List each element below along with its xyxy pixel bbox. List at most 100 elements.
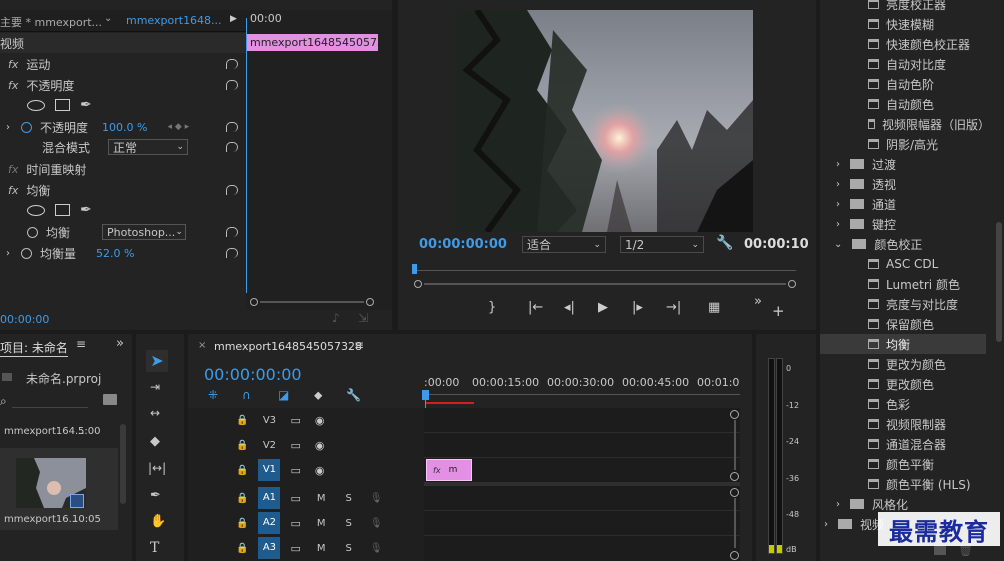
toggle-sync-icon[interactable]: ▭: [290, 414, 300, 427]
lock-icon[interactable]: 🔒: [236, 440, 248, 451]
effect-item[interactable]: 阴影/高光: [820, 134, 990, 154]
program-timecode[interactable]: 00:00:00:00: [419, 237, 507, 252]
effect-row-motion[interactable]: fx 运动: [0, 54, 246, 74]
equalize-select[interactable]: Photoshop... ⌄: [102, 224, 187, 240]
effect-folder[interactable]: › 通道: [820, 194, 990, 214]
effect-item-selected[interactable]: 均衡: [820, 334, 986, 354]
pen-mask-icon[interactable]: ✒: [80, 202, 92, 218]
project-item[interactable]: mmexport164... 5:00: [0, 420, 118, 448]
reset-icon[interactable]: [226, 185, 238, 195]
pen-mask-icon[interactable]: ✒: [80, 97, 92, 113]
reset-icon[interactable]: [226, 142, 238, 152]
effect-item[interactable]: 通道混合器: [820, 434, 990, 454]
lock-icon[interactable]: 🔒: [236, 518, 248, 529]
track-label[interactable]: A3: [258, 537, 281, 559]
opacity-value[interactable]: 100.0 %: [102, 121, 147, 134]
mic-icon[interactable]: 🎙: [370, 543, 383, 554]
close-icon[interactable]: ×: [198, 340, 206, 351]
marker-icon[interactable]: ⬥: [314, 388, 322, 403]
resolution-select[interactable]: 1/2 ⌄: [620, 236, 704, 253]
track-select-tool-icon[interactable]: ⇥: [150, 380, 160, 394]
work-area-bar[interactable]: [426, 402, 474, 404]
timeline-tab[interactable]: mmexport1648545057328: [214, 340, 362, 353]
rectangle-mask-icon[interactable]: [55, 204, 70, 216]
track-label[interactable]: V2: [258, 440, 280, 451]
mute-button[interactable]: M: [317, 543, 326, 554]
track-label[interactable]: V3: [258, 415, 280, 426]
export-icon[interactable]: ⇲: [358, 311, 368, 325]
project-title[interactable]: 项目: 未命名: [0, 339, 68, 357]
export-frame-icon[interactable]: ▦: [708, 300, 720, 315]
effect-row-time-remap[interactable]: fx 时间重映射: [0, 159, 246, 179]
ec-playhead[interactable]: [246, 18, 247, 293]
more-icon[interactable]: »: [754, 294, 762, 309]
reset-icon[interactable]: [226, 227, 238, 237]
ellipse-mask-icon[interactable]: [27, 204, 45, 216]
pen-tool-icon[interactable]: ✒: [150, 488, 161, 503]
go-to-out-icon[interactable]: →|: [666, 300, 681, 315]
ellipse-mask-icon[interactable]: [27, 99, 45, 111]
ripple-edit-tool-icon[interactable]: ↔: [150, 406, 160, 420]
keyframe-nav-icon[interactable]: ◂ ◆ ▸: [167, 122, 189, 132]
effect-item[interactable]: 自动颜色: [820, 94, 990, 114]
effect-row-opacity[interactable]: fx 不透明度: [0, 75, 246, 95]
effect-item[interactable]: 视频限制器: [820, 414, 990, 434]
lock-icon[interactable]: 🔒: [236, 465, 248, 476]
eye-icon[interactable]: ◉: [315, 464, 325, 477]
track-label[interactable]: V1: [258, 459, 281, 481]
stopwatch-icon[interactable]: [21, 247, 32, 259]
hamburger-icon[interactable]: ≡: [76, 337, 86, 351]
playhead-handle[interactable]: [422, 390, 429, 400]
lock-icon[interactable]: 🔒: [236, 543, 248, 554]
effect-item[interactable]: 颜色平衡 (HLS): [820, 474, 990, 494]
program-ruler[interactable]: [412, 264, 796, 292]
effect-item[interactable]: ASC CDL: [820, 254, 990, 274]
tab-clip[interactable]: mmexport1648...: [126, 14, 222, 27]
new-bin-icon[interactable]: [934, 545, 946, 555]
step-back-icon[interactable]: ◂|: [564, 300, 575, 315]
stopwatch-icon[interactable]: [21, 121, 32, 133]
effect-item[interactable]: 视频限幅器（旧版）: [820, 114, 990, 134]
toggle-sync-icon[interactable]: ▭: [290, 542, 300, 555]
toggle-sync-icon[interactable]: ▭: [290, 492, 300, 505]
chevron-down-icon[interactable]: ⌄: [104, 13, 112, 24]
tab-main[interactable]: 主要 * mmexport...: [0, 14, 102, 30]
eye-icon[interactable]: ◉: [315, 439, 325, 452]
blend-mode-select[interactable]: 正常 ⌄: [108, 139, 189, 155]
lock-icon[interactable]: 🔒: [236, 415, 248, 426]
track-label[interactable]: A2: [258, 512, 281, 534]
effects-scrollbar[interactable]: [996, 222, 1002, 342]
reset-icon[interactable]: [226, 59, 238, 69]
effect-folder[interactable]: › 透视: [820, 174, 990, 194]
effect-item[interactable]: 快速模糊: [820, 14, 990, 34]
nest-icon[interactable]: ⁜: [208, 388, 218, 402]
project-scrollbar[interactable]: [120, 424, 126, 504]
ec-zoom-scrollbar[interactable]: [250, 298, 374, 306]
audio-icon[interactable]: ♪: [332, 311, 340, 325]
effect-item[interactable]: 快速颜色校正器: [820, 34, 990, 54]
mic-icon[interactable]: 🎙: [370, 518, 383, 529]
timeline-clip[interactable]: fx m: [426, 459, 472, 481]
fit-select[interactable]: 适合 ⌄: [522, 236, 606, 253]
track-area[interactable]: fx m: [424, 408, 740, 561]
mark-out-icon[interactable]: }: [488, 300, 496, 315]
equalize-amount-value[interactable]: 52.0 %: [96, 247, 134, 260]
effect-item[interactable]: 色彩: [820, 394, 990, 414]
eye-icon[interactable]: ◉: [315, 414, 325, 427]
timeline-timecode[interactable]: 00:00:00:00: [204, 365, 302, 384]
solo-button[interactable]: S: [346, 518, 352, 529]
hamburger-icon[interactable]: ≡: [354, 338, 364, 352]
effect-row-equalize[interactable]: fx 均衡: [0, 180, 246, 200]
effect-item[interactable]: 更改为颜色: [820, 354, 990, 374]
effect-item[interactable]: 自动对比度: [820, 54, 990, 74]
effect-item[interactable]: 颜色平衡: [820, 454, 990, 474]
ec-footer-timecode[interactable]: 00:00:00: [0, 313, 49, 326]
ec-clip-bar[interactable]: mmexport1648545057328: [246, 34, 378, 51]
step-forward-icon[interactable]: |▸: [632, 300, 643, 315]
effect-item[interactable]: 亮度校正器: [820, 0, 990, 14]
selection-tool-icon[interactable]: ➤: [146, 350, 168, 372]
reset-icon[interactable]: [226, 122, 238, 132]
effect-folder[interactable]: › 过渡: [820, 154, 990, 174]
toggle-sync-icon[interactable]: ▭: [290, 464, 300, 477]
reset-icon[interactable]: [226, 80, 238, 90]
